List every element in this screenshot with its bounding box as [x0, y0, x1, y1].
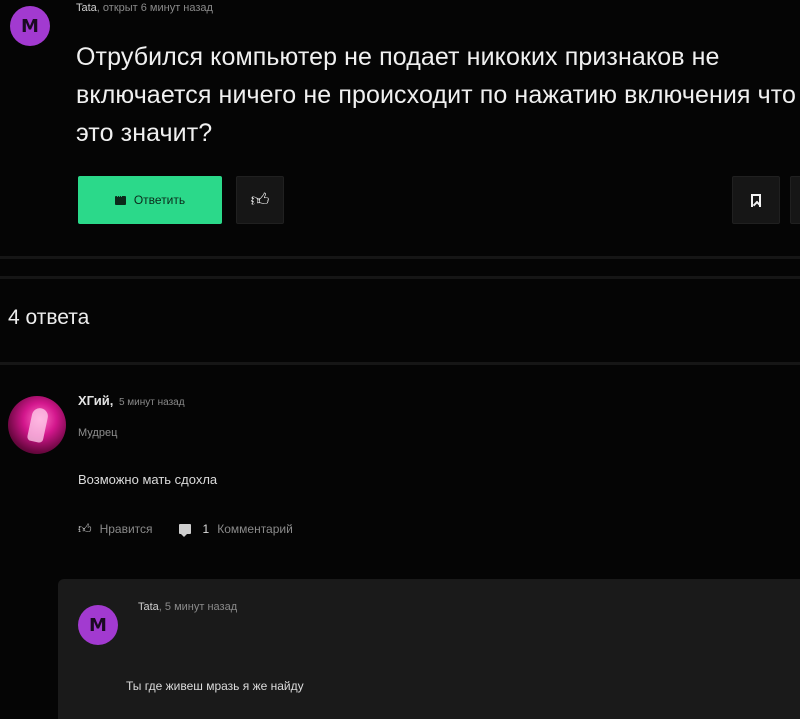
comment-text: Ты где живеш мразь я же найду: [126, 679, 304, 693]
avatar-letter: M: [21, 15, 39, 37]
question-time: , открыт 6 минут назад: [96, 2, 213, 14]
comment-icon: [114, 191, 126, 205]
reply-button[interactable]: Ответить: [78, 176, 222, 224]
comment-card: M Tata, 5 минут назад Ты где живеш мразь…: [58, 579, 800, 719]
divider: [0, 256, 800, 259]
bookmark-icon: [751, 193, 761, 207]
comment-meta: Tata, 5 минут назад: [138, 601, 237, 613]
divider: [0, 362, 800, 365]
question-text: Отрубился компьютер не подает никоких пр…: [76, 43, 797, 147]
like-label[interactable]: Нравится: [100, 522, 153, 536]
question-author-name[interactable]: Tata: [76, 2, 97, 14]
comments-count: 1: [202, 522, 210, 536]
page: M Tata, открыт 6 минут назад Отрубился к…: [0, 0, 800, 719]
question-author-avatar[interactable]: M: [10, 6, 50, 46]
divider: [0, 276, 800, 279]
more-button[interactable]: [790, 176, 800, 224]
answer-time: 5 минут назад: [118, 397, 185, 408]
answer-author-rank: Мудрец: [78, 427, 118, 439]
answer-author-line: ХГий, 5 минут назад: [78, 393, 185, 408]
comment-time: , 5 минут назад: [158, 601, 238, 613]
thumbs-up-icon[interactable]: 👍︎: [78, 521, 92, 537]
comment-icon[interactable]: [178, 524, 191, 537]
avatar-letter: M: [89, 614, 107, 636]
thumbs-up-icon: 👍︎: [250, 190, 270, 210]
avatar-image: [26, 406, 50, 444]
answer-author-name[interactable]: ХГий,: [78, 393, 113, 408]
answer-text: Возможно мать сдохла: [78, 472, 218, 487]
question-meta: Tata, открыт 6 минут назад: [76, 2, 213, 14]
like-button[interactable]: 👍︎: [236, 176, 284, 224]
bookmark-button[interactable]: [732, 176, 780, 224]
answer-author-avatar[interactable]: [8, 396, 66, 454]
answers-count-heading: 4 ответа: [8, 306, 90, 329]
comment-author-avatar[interactable]: M: [78, 605, 118, 645]
comments-link[interactable]: Комментарий: [217, 522, 293, 536]
answer-actions: 👍︎ Нравится 1 Комментарий: [78, 521, 293, 537]
reply-button-label: Ответить: [133, 193, 186, 207]
comment-author-name[interactable]: Tata: [138, 601, 159, 613]
